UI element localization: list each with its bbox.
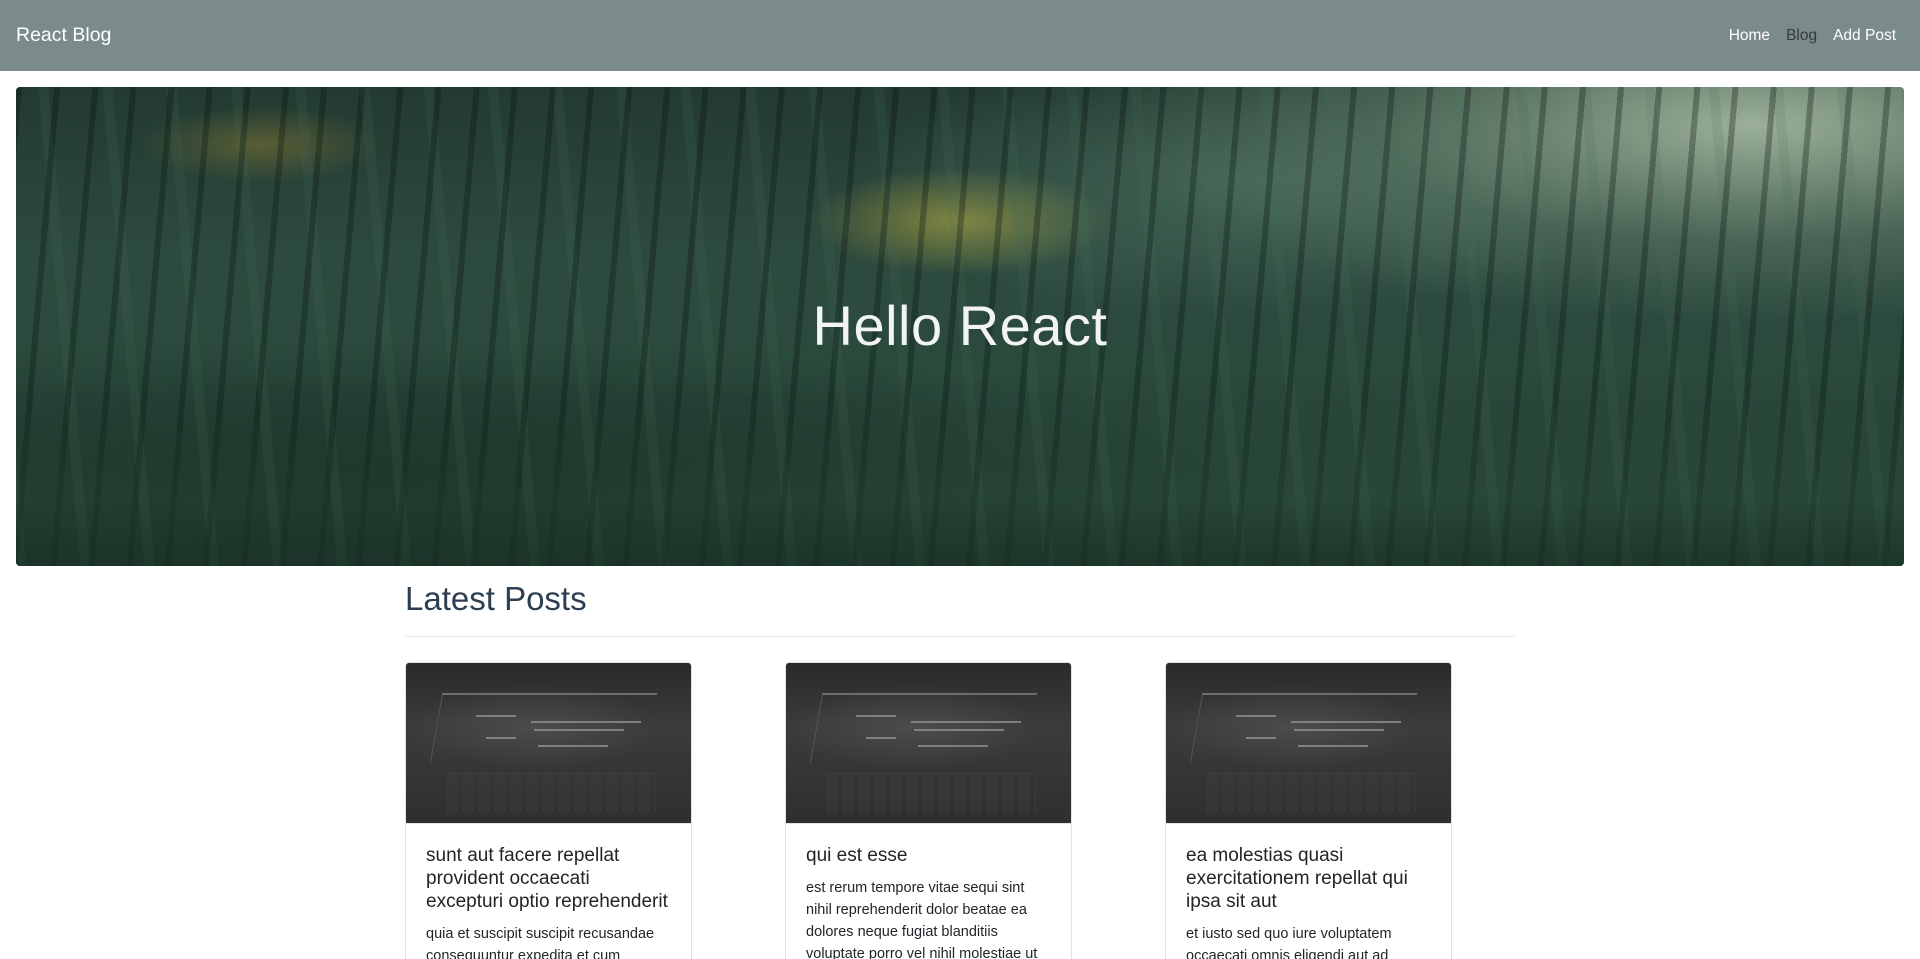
post-card-image	[1166, 663, 1451, 824]
post-card-text: et iusto sed quo iure voluptatem occaeca…	[1186, 926, 1392, 959]
hero-title: Hello React	[812, 294, 1108, 357]
post-card-body: qui est esse est rerum tempore vitae seq…	[786, 824, 1071, 959]
hero-banner: Hello React	[16, 87, 1904, 566]
post-card-body: ea molestias quasi exercitationem repell…	[1166, 824, 1451, 959]
section-divider	[405, 636, 1515, 637]
nav-link-add-post[interactable]: Add Post	[1825, 27, 1904, 45]
post-card[interactable]: qui est esse est rerum tempore vitae seq…	[785, 662, 1072, 959]
post-card-image	[406, 663, 691, 824]
top-navbar: React Blog Home Blog Add Post	[0, 0, 1920, 71]
post-card-body: sunt aut facere repellat provident occae…	[406, 824, 691, 959]
post-card[interactable]: ea molestias quasi exercitationem repell…	[1165, 662, 1452, 959]
nav-links: Home Blog Add Post	[1721, 27, 1904, 45]
post-card-text: est rerum tempore vitae sequi sint nihil…	[806, 880, 1038, 959]
post-card-image	[786, 663, 1071, 824]
post-card-text: quia et suscipit suscipit recusandae con…	[426, 926, 655, 959]
post-card[interactable]: sunt aut facere repellat provident occae…	[405, 662, 692, 959]
brand-link[interactable]: React Blog	[16, 24, 111, 47]
post-card-title[interactable]: ea molestias quasi exercitationem repell…	[1186, 844, 1431, 913]
post-card-title[interactable]: sunt aut facere repellat provident occae…	[426, 844, 671, 913]
nav-link-home[interactable]: Home	[1721, 27, 1778, 45]
post-card-title[interactable]: qui est esse	[806, 844, 1051, 867]
nav-link-blog[interactable]: Blog	[1778, 27, 1825, 45]
section-title: Latest Posts	[405, 580, 587, 617]
hero-shade	[16, 398, 1904, 566]
